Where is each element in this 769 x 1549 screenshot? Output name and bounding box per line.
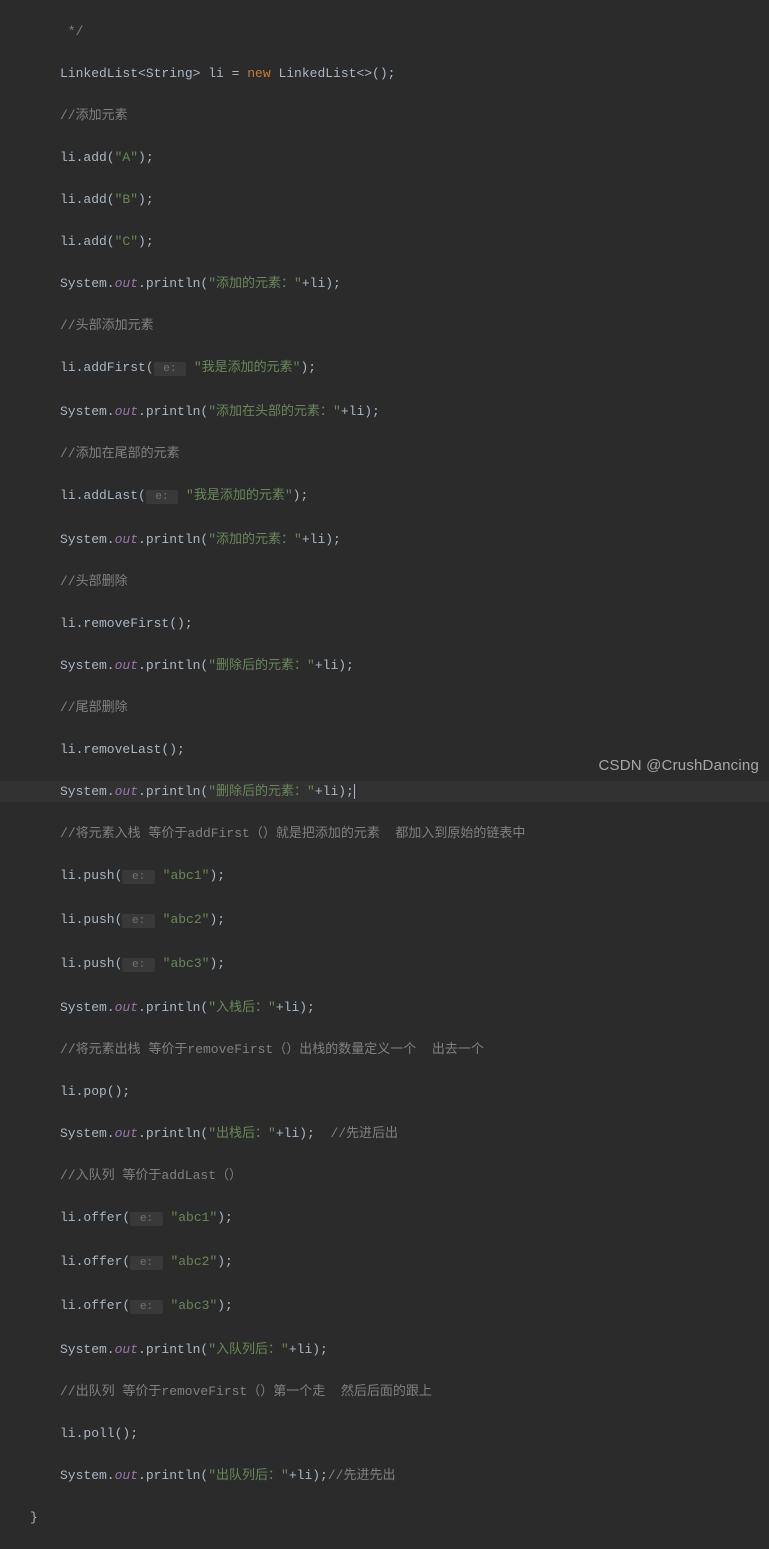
code-line: //尾部删除 [60,697,769,718]
code-line: System.out.println("出栈后："+li); //先进后出 [60,1123,769,1144]
param-hint: e: [130,1212,162,1226]
code-line: System.out.println("出队列后："+li);//先进先出 [60,1465,769,1486]
code-line: li.add("B"); [60,189,769,210]
code-line: System.out.println("添加的元素："+li); [60,273,769,294]
code-line: System.out.println("添加在头部的元素："+li); [60,401,769,422]
code-line: System.out.println("添加的元素："+li); [60,529,769,550]
code-line: //添加元素 [60,105,769,126]
param-hint: e: [130,1300,162,1314]
code-line: li.add("A"); [60,147,769,168]
code-line: li.push( e: "abc3"); [60,953,769,976]
code-line: li.poll(); [60,1423,769,1444]
code-line: li.offer( e: "abc1"); [60,1207,769,1230]
code-line: LinkedList<String> li = new LinkedList<>… [60,63,769,84]
code-line: //出队列 等价于removeFirst（）第一个走 然后后面的跟上 [60,1381,769,1402]
code-line-active: System.out.println("删除后的元素："+li); [0,781,769,802]
code-line: //头部删除 [60,571,769,592]
code-line: li.addFirst( e: "我是添加的元素"); [60,357,769,380]
code-line: //头部添加元素 [60,315,769,336]
code-line: li.push( e: "abc1"); [60,865,769,888]
watermark-label: CSDN @CrushDancing [598,755,759,776]
code-line: } [30,1507,769,1528]
code-line: System.out.println("入栈后："+li); [60,997,769,1018]
code-line: //添加在尾部的元素 [60,443,769,464]
code-line: li.offer( e: "abc3"); [60,1295,769,1318]
code-line: li.addLast( e: "我是添加的元素"); [60,485,769,508]
param-hint: e: [154,362,186,376]
param-hint: e: [146,490,178,504]
code-line: li.push( e: "abc2"); [60,909,769,932]
param-hint: e: [130,1256,162,1270]
code-line: //将元素出栈 等价于removeFirst（）出栈的数量定义一个 出去一个 [60,1039,769,1060]
param-hint: e: [122,914,154,928]
code-line: */ [60,21,769,42]
code-line: System.out.println("删除后的元素："+li); [60,655,769,676]
code-line: li.offer( e: "abc2"); [60,1251,769,1274]
code-line: li.removeFirst(); [60,613,769,634]
code-line: System.out.println("入队列后："+li); [60,1339,769,1360]
code-line: //入队列 等价于addLast（） [60,1165,769,1186]
code-line: //将元素入栈 等价于addFirst（）就是把添加的元素 都加入到原始的链表中 [60,823,769,844]
param-hint: e: [122,870,154,884]
code-line: li.add("C"); [60,231,769,252]
cursor-icon [354,784,355,799]
code-line: li.pop(); [60,1081,769,1102]
param-hint: e: [122,958,154,972]
